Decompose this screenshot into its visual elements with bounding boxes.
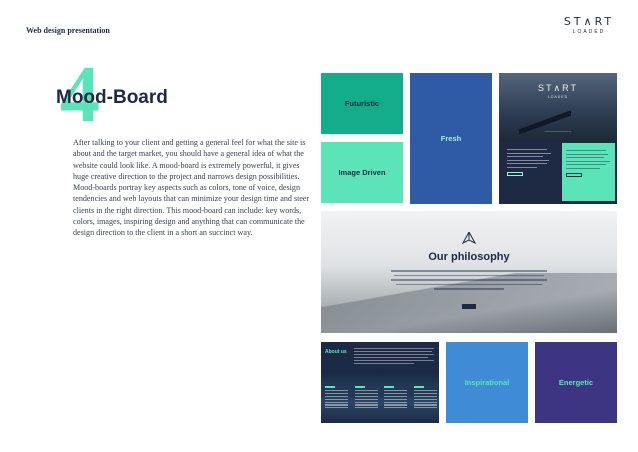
- presentation-title: Web design presentation: [26, 26, 110, 35]
- philosophy-text: [391, 270, 547, 293]
- feature-column-left: [507, 147, 557, 197]
- hero-logo: ST∧RT: [538, 83, 578, 93]
- section-title: Mood-Board: [56, 87, 168, 108]
- philosophy-title: Our philosophy: [428, 251, 510, 263]
- start-loaded-logo: ST∧RT LOADED: [560, 15, 618, 37]
- triangle-logo-icon: [462, 232, 476, 244]
- mini-button: [566, 172, 582, 177]
- tile-label: Inspirational: [464, 378, 510, 387]
- hero-logo-subtitle: LOADED: [547, 95, 569, 99]
- hero-tagline: ───────────: [544, 130, 572, 134]
- logo-subtitle: LOADED: [572, 29, 606, 35]
- tile-label: Image Driven: [338, 168, 386, 177]
- tile-label: Fresh: [440, 134, 462, 143]
- mood-tile-image-driven: Image Driven: [321, 142, 403, 203]
- feature-column-right: [562, 143, 615, 201]
- tile-label: Energetic: [558, 378, 594, 387]
- mood-tile-fresh: Fresh: [410, 73, 492, 204]
- mood-tile-energetic: Energetic: [535, 342, 617, 423]
- about-columns: [325, 386, 437, 410]
- mini-button: [507, 171, 523, 176]
- philosophy-button: [462, 304, 476, 309]
- website-screenshot-about: About us: [321, 342, 439, 423]
- mood-tile-inspirational: Inspirational: [446, 342, 528, 423]
- logo-word: ST∧RT: [563, 15, 615, 28]
- mood-tile-futuristic: Futuristic: [321, 73, 403, 134]
- about-title: About us: [325, 349, 347, 355]
- website-screenshot-hero: ST∧RT LOADED ───────────: [499, 73, 617, 204]
- tile-label: Futuristic: [344, 99, 380, 108]
- section-body: After talking to your client and getting…: [73, 138, 310, 238]
- website-screenshot-philosophy: Our philosophy: [321, 211, 617, 333]
